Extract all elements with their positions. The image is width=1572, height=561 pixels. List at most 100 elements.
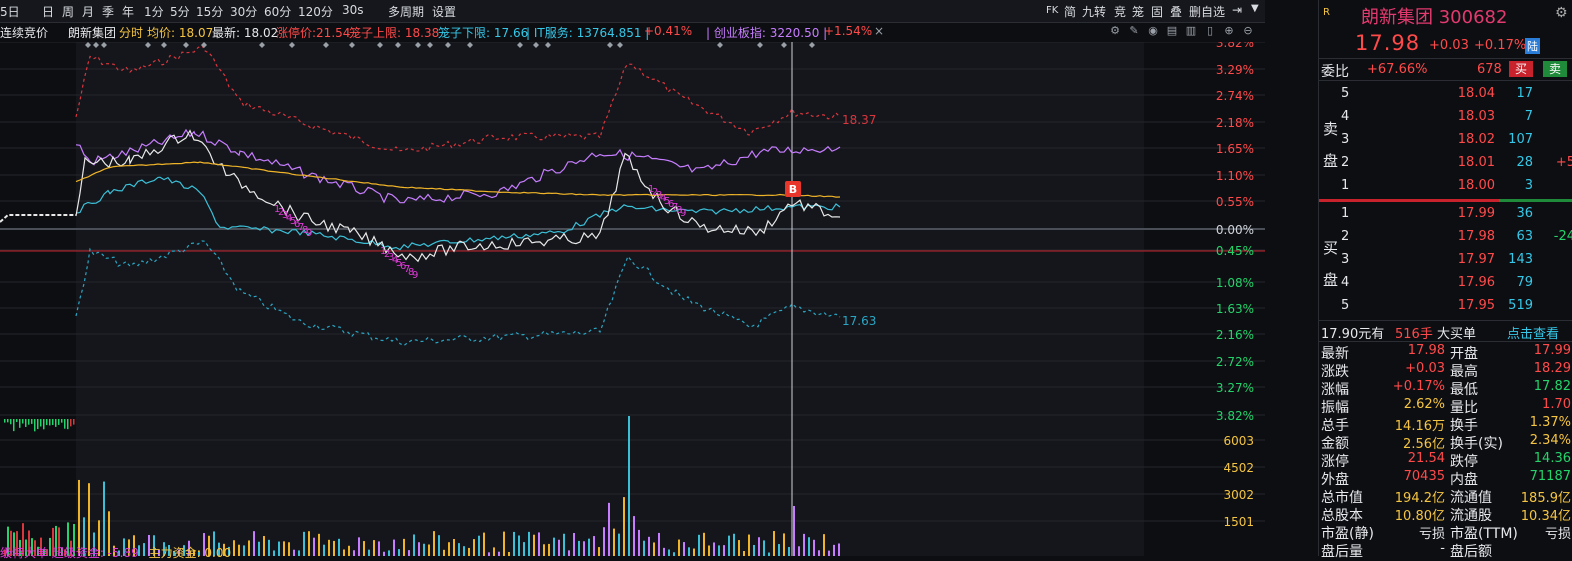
toolbar-right-item-2[interactable]: 竞 xyxy=(1114,3,1126,20)
ask-row[interactable]: 1 18.00 3 xyxy=(1319,178,1572,198)
volume-bar xyxy=(278,541,280,556)
auction-volume-bar xyxy=(13,419,15,432)
stat-label: 市盈(静) xyxy=(1321,526,1374,542)
toolbar-right-item-0[interactable]: 简 xyxy=(1064,3,1076,20)
stat-label: 振幅 xyxy=(1321,400,1349,416)
layers-icon[interactable]: ▤ xyxy=(1165,24,1179,38)
close-overlay-icon[interactable]: × xyxy=(874,24,884,38)
zoom-in-icon[interactable]: ⊕ xyxy=(1222,24,1236,38)
bid-row[interactable]: 3 17.97 143 xyxy=(1319,252,1572,272)
multi-period-button[interactable]: 多周期 xyxy=(388,3,424,20)
cage-upper-label: 笼子上限: 18.38 xyxy=(349,26,440,40)
timeshare-tab[interactable]: 分时 xyxy=(119,24,143,41)
volume-bar xyxy=(488,552,490,556)
lock-icon[interactable]: ▯ xyxy=(1203,24,1217,38)
volume-bar xyxy=(508,551,510,556)
stat-value: - xyxy=(1440,541,1445,556)
ask-level: 5 xyxy=(1341,86,1350,101)
auction-volume-bar xyxy=(16,419,18,423)
volume-bar xyxy=(548,543,550,556)
ask-volume: 17 xyxy=(1516,86,1533,101)
zoom-out-icon[interactable]: ⊖ xyxy=(1241,24,1255,38)
volume-bar xyxy=(808,537,810,556)
stat-label: 涨停 xyxy=(1321,454,1349,470)
volume-bar xyxy=(268,539,270,556)
toolbar-right-item-3[interactable]: 笼 xyxy=(1132,3,1144,20)
volume-bar xyxy=(243,545,245,556)
avg-price-label: 均价: 18.07 xyxy=(147,26,214,40)
period-tab-1[interactable]: 日 xyxy=(42,3,54,20)
ask-price: 18.02 xyxy=(1457,132,1495,147)
auction-volume-bar xyxy=(64,419,66,429)
auction-volume-bar xyxy=(7,419,9,423)
volume-bar xyxy=(358,537,360,556)
ask-row[interactable]: 4 18.03 7 xyxy=(1319,109,1572,129)
settings-gear-icon[interactable]: ⚙ xyxy=(1555,5,1568,21)
toolbar-right-item-6[interactable]: 删自选 xyxy=(1189,3,1225,20)
volume-bar xyxy=(653,542,655,556)
volume-bar xyxy=(793,506,795,556)
period-tab-2[interactable]: 周 xyxy=(62,3,74,20)
volume-bar xyxy=(398,549,400,556)
period-tab-5[interactable]: 年 xyxy=(122,3,134,20)
volume-bar xyxy=(833,544,835,556)
volume-bar xyxy=(683,542,685,556)
volume-bar xyxy=(623,497,625,556)
stat-label: 内盘 xyxy=(1450,472,1478,488)
timeshare-chart[interactable]: 3.82% 3.29% 2.74% 2.18% 1.65% 1.10% 0.55% 0.00%… xyxy=(0,42,1265,556)
settings-button[interactable]: 设置 xyxy=(432,3,456,20)
stat-value: 14.16万 xyxy=(1394,419,1445,434)
dropdown-icon[interactable]: ▼ xyxy=(1251,3,1259,14)
stat-label: 盘后额 xyxy=(1450,544,1492,560)
period-tab-8[interactable]: 15分 xyxy=(196,3,223,20)
volume-bar xyxy=(343,549,345,556)
bid-row[interactable]: 4 17.96 79 xyxy=(1319,275,1572,295)
fk-icon[interactable]: FK xyxy=(1046,5,1058,16)
buy-button[interactable]: 买 xyxy=(1509,61,1533,77)
volume-bar xyxy=(713,542,715,556)
volume-bar xyxy=(583,541,585,556)
bid-row[interactable]: 1 17.99 36 xyxy=(1319,206,1572,226)
period-tab-9[interactable]: 30分 xyxy=(230,3,257,20)
pen-icon[interactable]: ✎ xyxy=(1127,24,1141,38)
bid-row[interactable]: 5 17.95 519 xyxy=(1319,298,1572,318)
volume-bar xyxy=(638,529,640,556)
volume-bar xyxy=(578,540,580,556)
period-tab-11[interactable]: 120分 xyxy=(298,3,333,20)
period-tab-6[interactable]: 1分 xyxy=(144,3,164,20)
toolbar-right-item-5[interactable]: 叠 xyxy=(1170,3,1182,20)
sell-button[interactable]: 卖 xyxy=(1543,61,1567,77)
period-tab-7[interactable]: 5分 xyxy=(170,3,190,20)
volume-bar xyxy=(458,543,460,556)
period-tab-12[interactable]: 30s xyxy=(342,3,364,17)
price-axis-label: 2.72% xyxy=(1216,355,1254,369)
volume-bar xyxy=(678,539,680,556)
price-axis-label: 2.74% xyxy=(1216,89,1254,103)
stat-value: 17.98 xyxy=(1407,343,1445,358)
eye-icon[interactable]: ◉ xyxy=(1146,24,1160,38)
view-big-order-link[interactable]: 点击查看 xyxy=(1507,323,1559,342)
volume-bar xyxy=(763,540,765,556)
ask-row[interactable]: 2 18.01 28 +5 xyxy=(1319,155,1572,175)
period-tab-3[interactable]: 月 xyxy=(82,3,94,20)
volume-bar xyxy=(513,531,515,556)
ask-row[interactable]: 5 18.04 17 xyxy=(1319,86,1572,106)
sector-change-label: +0.41% xyxy=(644,24,693,38)
period-tab-4[interactable]: 季 xyxy=(102,3,114,20)
volume-bar xyxy=(498,551,500,556)
trash-icon[interactable]: ▥ xyxy=(1184,24,1198,38)
bid-row[interactable]: 2 17.98 63 -24 xyxy=(1319,229,1572,249)
ask-row[interactable]: 3 18.02 107 xyxy=(1319,132,1572,152)
period-tab-10[interactable]: 60分 xyxy=(264,3,291,20)
gear-icon[interactable]: ⚙ xyxy=(1108,24,1122,38)
volume-bar xyxy=(733,533,735,556)
price-axis-label: 1.63% xyxy=(1216,302,1254,316)
exit-arrow-icon[interactable]: ⇥ xyxy=(1232,3,1242,17)
stat-value: 10.34亿 xyxy=(1520,509,1571,524)
toolbar-right-item-4[interactable]: 固 xyxy=(1151,3,1163,20)
period-tab-0[interactable]: 5日 xyxy=(0,3,20,20)
volume-bar xyxy=(483,532,485,556)
volume-bar xyxy=(803,533,805,556)
toolbar-right-item-1[interactable]: 九转 xyxy=(1082,3,1106,20)
volume-bar xyxy=(708,545,710,556)
